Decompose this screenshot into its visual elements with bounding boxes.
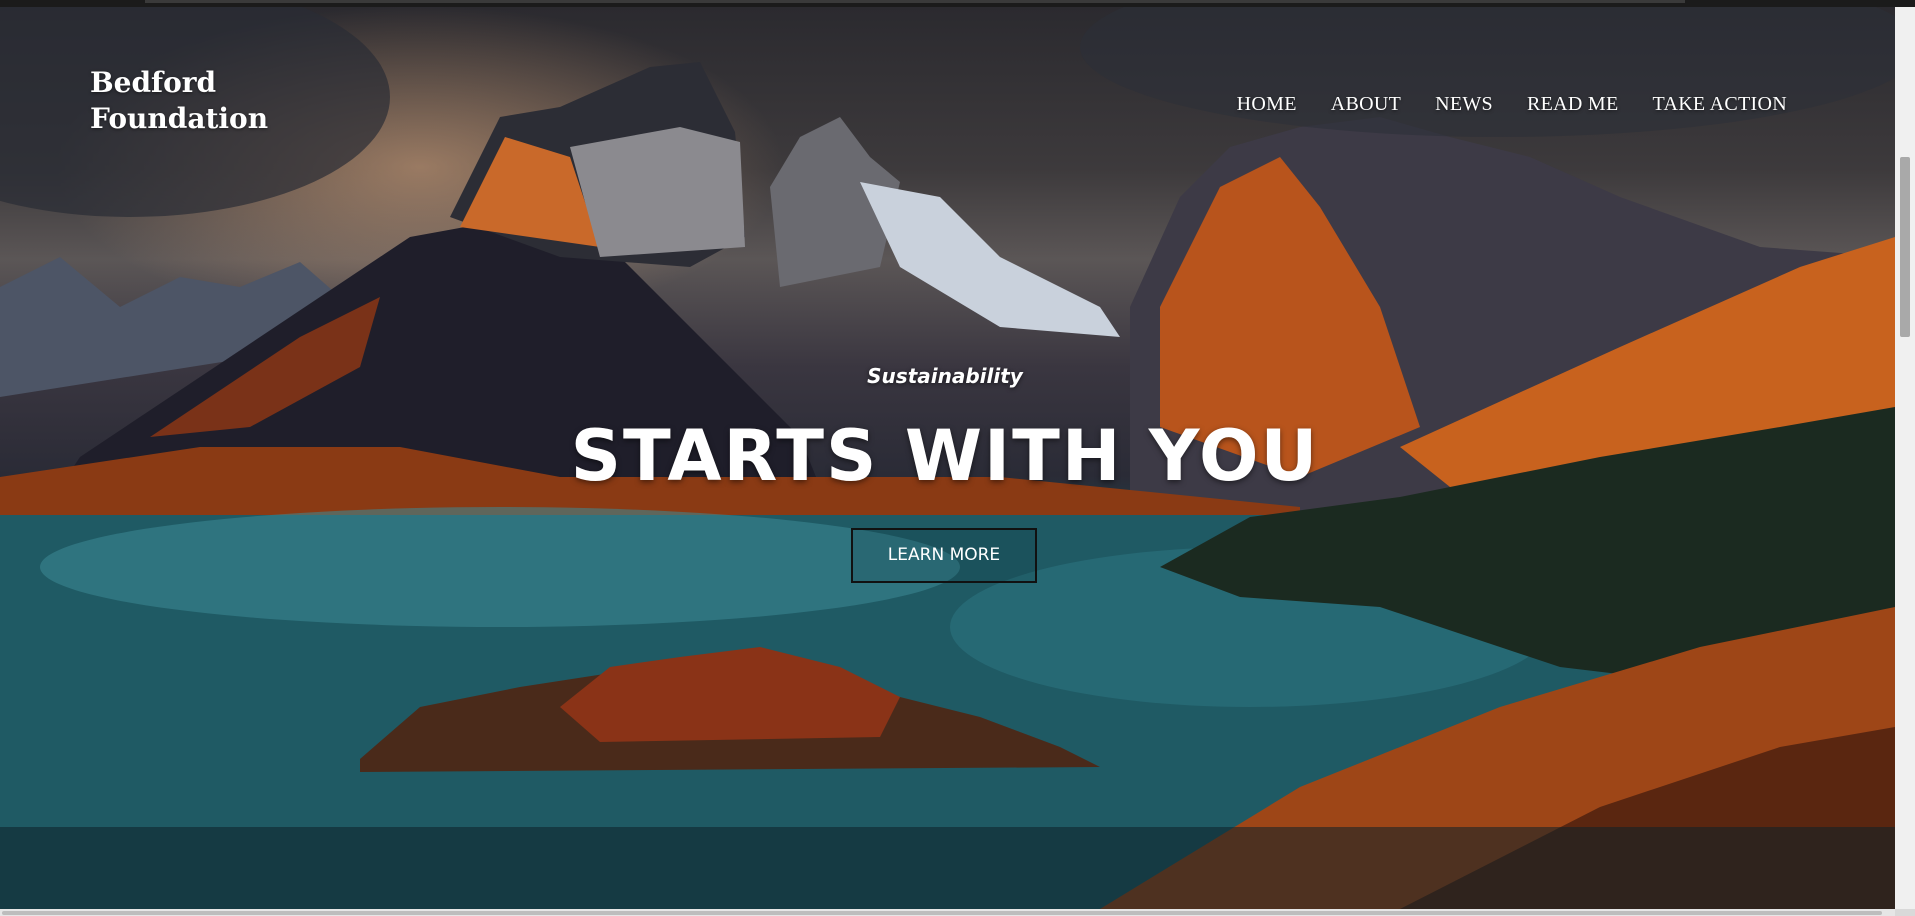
dark-cloud-right xyxy=(1080,7,1895,137)
vertical-scrollbar-thumb[interactable] xyxy=(1900,157,1910,337)
vertical-scrollbar[interactable] xyxy=(1895,7,1915,909)
horizontal-scrollbar-thumb[interactable] xyxy=(2,911,1882,915)
site-logo[interactable]: Bedford Foundation xyxy=(90,65,330,137)
logo-line-2: Foundation xyxy=(90,102,269,135)
lake-light-reflection xyxy=(40,507,960,627)
snow-ridge xyxy=(860,182,1120,337)
nav-home[interactable]: HOME xyxy=(1237,93,1297,116)
main-nav: HOME ABOUT NEWS READ ME TAKE ACTION xyxy=(1237,93,1787,116)
learn-more-button[interactable]: LEARN MORE xyxy=(851,528,1037,583)
browser-tab-strip xyxy=(145,0,1685,3)
browser-top-edge xyxy=(0,0,1915,7)
hero-tagline: Sustainability xyxy=(867,364,1023,388)
nav-about[interactable]: ABOUT xyxy=(1331,93,1401,116)
logo-line-1: Bedford xyxy=(90,66,217,99)
hero-headline: STARTS WITH YOU xyxy=(570,415,1320,497)
hero-section: Bedford Foundation HOME ABOUT NEWS READ … xyxy=(0,7,1895,909)
horizontal-scrollbar[interactable] xyxy=(0,909,1895,916)
central-peak-1-cliff xyxy=(570,127,745,257)
nav-read-me[interactable]: READ ME xyxy=(1527,93,1619,116)
nav-news[interactable]: NEWS xyxy=(1435,93,1493,116)
nav-take-action[interactable]: TAKE ACTION xyxy=(1653,93,1787,116)
foreground-shadow xyxy=(0,827,1895,909)
